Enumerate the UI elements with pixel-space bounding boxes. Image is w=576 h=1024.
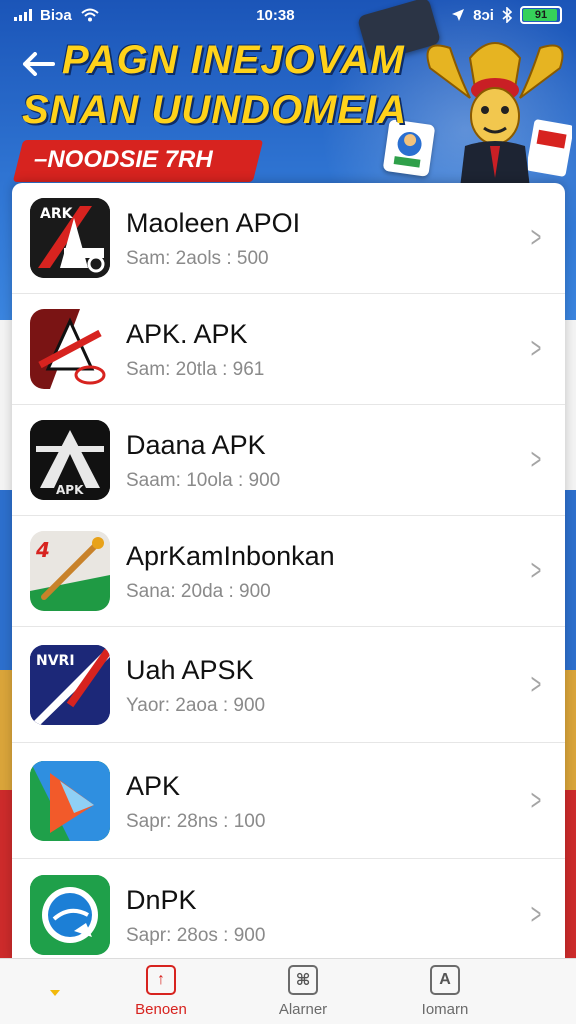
app-list-panel: ARK Maoleen APOI Sam: 2aols : 500 > APK.… <box>12 183 565 961</box>
status-bar: Biɔa 10:38 8ɔi 91 <box>0 0 576 30</box>
list-item-text: DnPK Sapr: 28os : 900 <box>126 883 521 947</box>
tab-benoen[interactable]: ↑ Benoen <box>116 965 206 1018</box>
chevron-right-icon: > <box>530 221 542 254</box>
tab-iomarn[interactable]: A Iomarn <box>400 965 490 1018</box>
svg-text:APK: APK <box>56 483 84 497</box>
bluetooth-icon <box>502 7 512 23</box>
tab-bar: ↑ Benoen ⌘ Alarner A Iomarn <box>0 958 576 1024</box>
app-meta: Sam: 2aols : 500 <box>126 248 269 269</box>
apk-black-icon: APK <box>30 420 110 500</box>
list-item-text: Maoleen APOI Sam: 2aols : 500 <box>126 206 521 270</box>
battery-icon: 91 <box>519 6 562 24</box>
chevron-right-icon: > <box>530 783 542 817</box>
upload-icon: ↑ <box>146 965 176 995</box>
app-name: Maoleen APOI <box>126 208 301 238</box>
app-meta: Sam: 20tla : 961 <box>126 359 265 380</box>
app-name: Uah APSK <box>126 654 254 685</box>
svg-text:4: 4 <box>35 538 50 562</box>
promo-label: –NOODSIE 7RH <box>34 146 213 173</box>
app-meta: Sana: 20da : 900 <box>126 581 271 602</box>
tab-label: Alarner <box>278 1001 328 1018</box>
list-item-text: Uah APSK Yaor: 2aoa : 900 <box>126 653 521 717</box>
apk-red-white-icon <box>30 309 110 389</box>
flag-card-illustration <box>528 119 572 177</box>
back-button[interactable] <box>18 44 58 84</box>
list-item[interactable]: APK Sapr: 28ns : 100 > <box>12 743 565 859</box>
list-item[interactable]: APK Daana APK Saam: 10ola : 900 > <box>12 405 565 516</box>
svg-text:NVRI: NVRI <box>36 653 75 669</box>
app-name: DnPK <box>126 884 197 915</box>
chevron-right-icon: > <box>530 332 542 365</box>
app-name: Daana APK <box>126 430 266 460</box>
apk-flag-icon: 4 <box>30 531 110 611</box>
location-arrow-icon <box>452 9 465 21</box>
battery-label: 91 <box>534 9 548 21</box>
chevron-right-icon: > <box>530 554 542 587</box>
chevron-right-icon: > <box>530 443 542 476</box>
app-name: APK <box>126 770 181 801</box>
headline-line-1: PAGN INEJOVAM <box>62 38 405 82</box>
signal-icon <box>14 9 32 21</box>
list-item[interactable]: DnPK Sapr: 28os : 900 > <box>12 859 565 961</box>
chevron-right-icon: > <box>530 667 542 701</box>
tab-label: Iomarn <box>421 1001 469 1018</box>
list-item[interactable]: ARK Maoleen APOI Sam: 2aols : 500 > <box>12 183 565 294</box>
list-item[interactable]: NVRI Uah APSK Yaor: 2aoa : 900 > <box>12 627 565 743</box>
list-item-text: APK Sapr: 28ns : 100 <box>126 769 521 833</box>
list-item-text: APK. APK Sam: 20tla : 961 <box>126 317 521 381</box>
headline-line-2: SNAN UUNDOMEIA <box>22 88 408 132</box>
list-item-text: AprKamInbonkan Sana: 20da : 900 <box>126 539 521 603</box>
app-meta: Yaor: 2aoa : 900 <box>126 694 266 716</box>
list-item-text: Daana APK Saam: 10ola : 900 <box>126 428 521 492</box>
apk-navy-icon: NVRI <box>30 644 110 725</box>
caret-down-icon <box>50 990 60 996</box>
list-item[interactable]: APK. APK Sam: 20tla : 961 > <box>12 294 565 405</box>
clock: 10:38 <box>256 6 295 24</box>
apk-play-icon <box>30 760 110 841</box>
app-name: AprKamInbonkan <box>126 541 335 571</box>
app-screen: Biɔa 10:38 8ɔi 91 PAGN INEJOVAM SNAN UUN… <box>0 0 576 1024</box>
list-item[interactable]: 4 AprKamInbonkan Sana: 20da : 900 > <box>12 516 565 627</box>
apk-globe-icon <box>30 874 110 955</box>
app-meta: Sapr: 28os : 900 <box>126 924 266 946</box>
tab-label: Benoen <box>135 1001 187 1018</box>
tab-alarner[interactable]: ⌘ Alarner <box>258 965 348 1018</box>
chevron-right-icon: > <box>530 897 542 931</box>
app-meta: Saam: 10ola : 900 <box>126 470 281 491</box>
app-name: APK. APK <box>126 319 248 349</box>
status-left: Biɔa <box>14 7 100 24</box>
svg-text:ARK: ARK <box>40 206 74 222</box>
carrier-label: Biɔa <box>40 6 72 24</box>
app-meta: Sapr: 28ns : 100 <box>126 810 266 832</box>
image-icon: ⌘ <box>288 965 318 995</box>
network-label: 8ɔi <box>473 6 494 24</box>
wifi-icon <box>81 8 99 22</box>
apk-red-black-icon: ARK <box>30 198 110 278</box>
status-right: 8ɔi 91 <box>451 6 562 24</box>
back-arrow-icon <box>23 52 55 76</box>
app-store-icon: A <box>430 965 460 995</box>
